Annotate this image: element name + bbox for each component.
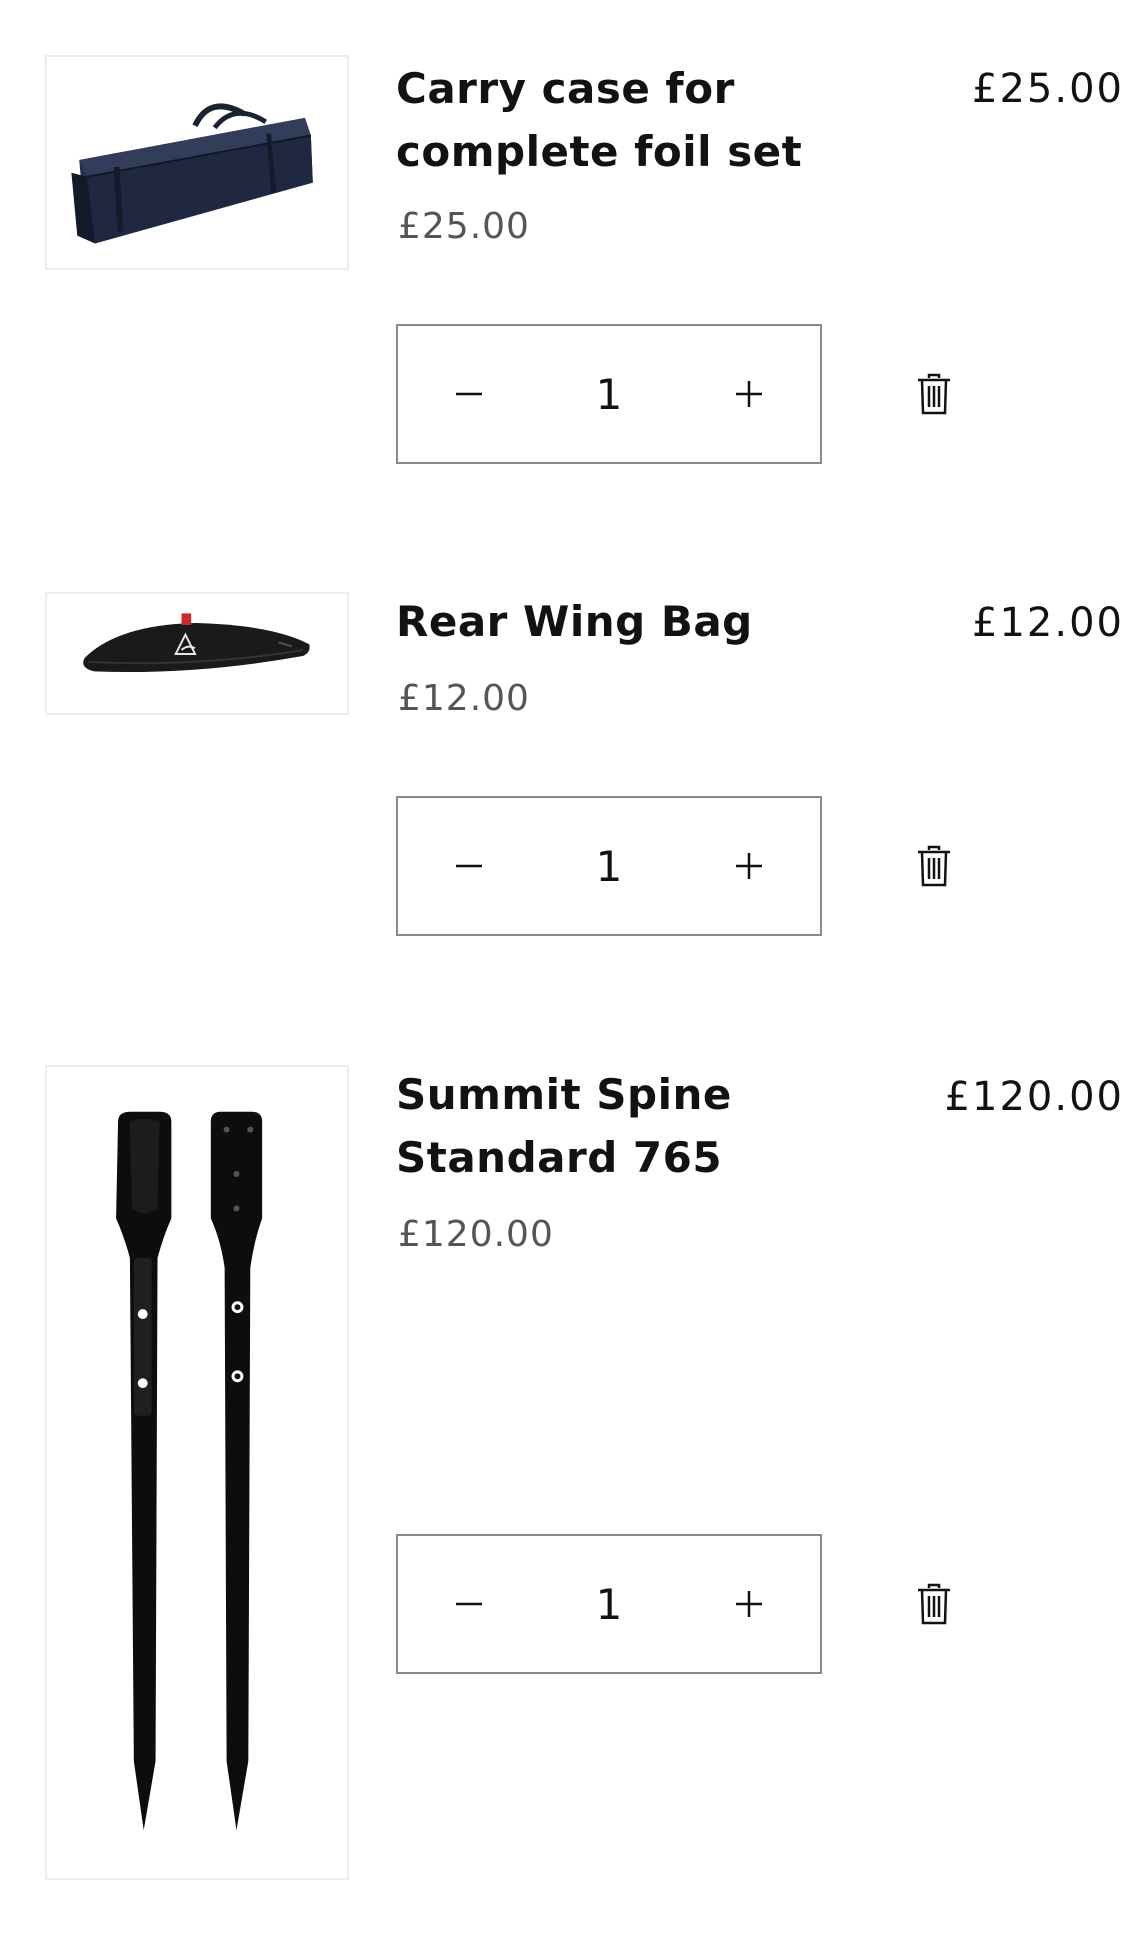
trash-icon (918, 373, 950, 415)
product-title[interactable]: Carry case for complete foil set (396, 57, 826, 183)
line-total: £120.00 (944, 1074, 1124, 1120)
decrease-quantity-button[interactable] (398, 798, 540, 934)
remove-item-button[interactable] (912, 1580, 956, 1628)
plus-icon (736, 853, 762, 879)
plus-icon (736, 381, 762, 407)
product-image-carry-case[interactable] (45, 55, 349, 270)
product-title[interactable]: Summit Spine Standard 765 (396, 1063, 826, 1189)
trash-icon (918, 1583, 950, 1625)
trash-icon (918, 845, 950, 887)
remove-item-button[interactable] (912, 370, 956, 418)
product-image-summit-spine[interactable] (45, 1065, 349, 1880)
quantity-input[interactable] (540, 1578, 678, 1630)
plus-icon (736, 1591, 762, 1617)
line-total: £12.00 (972, 600, 1124, 646)
minus-icon (456, 864, 482, 868)
minus-icon (456, 1602, 482, 1606)
increase-quantity-button[interactable] (678, 798, 820, 934)
unit-price: £120.00 (398, 1214, 554, 1255)
unit-price: £12.00 (398, 678, 530, 719)
unit-price: £25.00 (398, 206, 530, 247)
product-title[interactable]: Rear Wing Bag (396, 590, 826, 653)
rear-wing-bag-image (83, 613, 310, 673)
quantity-stepper (396, 1534, 822, 1674)
quantity-stepper (396, 796, 822, 936)
line-total: £25.00 (972, 66, 1124, 112)
remove-item-button[interactable] (912, 842, 956, 890)
quantity-stepper (396, 324, 822, 464)
increase-quantity-button[interactable] (678, 326, 820, 462)
product-image-rear-wing-bag[interactable] (45, 592, 349, 715)
minus-icon (456, 392, 482, 396)
decrease-quantity-button[interactable] (398, 326, 540, 462)
quantity-input[interactable] (540, 368, 678, 420)
quantity-input[interactable] (540, 840, 678, 892)
increase-quantity-button[interactable] (678, 1536, 820, 1672)
decrease-quantity-button[interactable] (398, 1536, 540, 1672)
spine-mast-image (116, 1111, 263, 1831)
foil-carry-case-image (71, 103, 313, 244)
